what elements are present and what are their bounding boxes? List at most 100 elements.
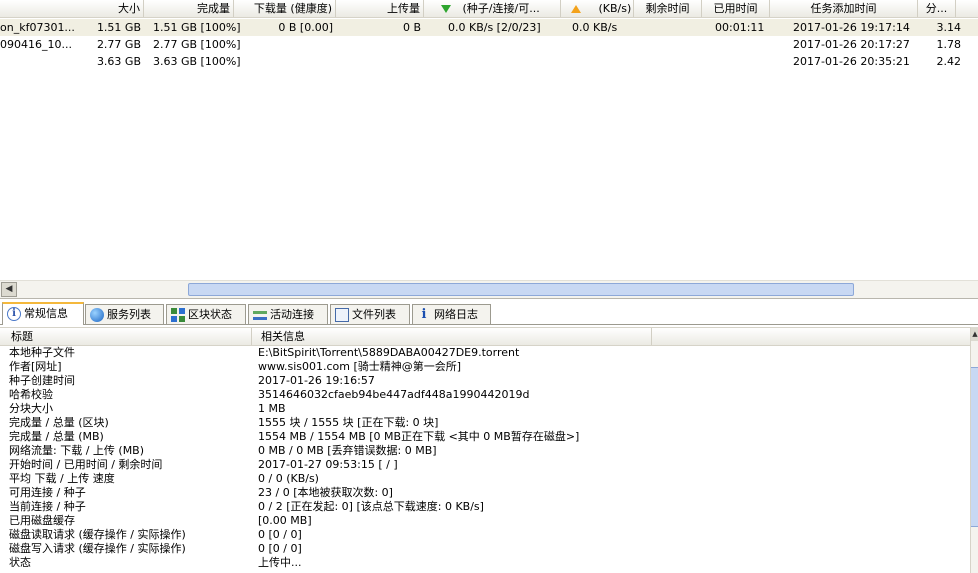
torrent-upload-speed: 0.0 KB/s xyxy=(572,21,618,34)
tab-network-log[interactable]: i 网络日志 xyxy=(412,304,491,324)
torrent-size: 3.63 GB xyxy=(96,55,141,68)
upload-arrow-icon xyxy=(571,5,581,13)
info-value: 0 MB / 0 MB [丢弃错误数据: 0 MB] xyxy=(258,444,437,457)
column-upload-speed-label: (KB/s) xyxy=(598,2,632,15)
info-key: 磁盘写入请求 (缓存操作 / 实际操作) xyxy=(9,542,186,555)
info-row[interactable]: 可用连接 / 种子 23 / 0 [本地被获取次数: 0] xyxy=(0,486,970,500)
blocks-icon xyxy=(171,308,185,322)
info-value: www.sis001.com [骑士精神@第一会所] xyxy=(258,360,462,373)
info-row[interactable]: 完成量 / 总量 (MB) 1554 MB / 1554 MB [0 MB正在下载… xyxy=(0,430,970,444)
column-elapsed[interactable]: 已用时间 xyxy=(702,0,770,17)
info-row[interactable]: 磁盘读取请求 (缓存操作 / 实际操作) 0 [0 / 0] xyxy=(0,528,970,542)
scroll-left-button[interactable]: ◀ xyxy=(1,282,17,297)
column-share[interactable]: 分... xyxy=(918,0,956,17)
info-row[interactable]: 当前连接 / 种子 0 / 2 [正在发起: 0] [该点总下载速度: 0 KB/… xyxy=(0,500,970,514)
torrent-elapsed: 00:01:11 xyxy=(715,21,765,34)
info-value: 1 MB xyxy=(258,402,286,415)
tab-label: 区块状态 xyxy=(188,308,232,321)
info-key: 网络流量: 下载 / 上传 (MB) xyxy=(9,444,145,457)
column-download-speed[interactable]: (种子/连接/可... xyxy=(424,0,561,17)
torrent-share: 3.14 xyxy=(936,21,962,34)
torrent-downloaded: 0 B [0.00] xyxy=(278,21,333,34)
info-icon: i xyxy=(7,307,21,321)
info-row[interactable]: 分块大小 1 MB xyxy=(0,402,970,416)
tab-service-list[interactable]: 服务列表 xyxy=(85,304,164,324)
torrent-row[interactable]: on_kf07301... 1.51 GB 1.51 GB [100%] 0 B… xyxy=(0,19,978,36)
torrent-added-time: 2017-01-26 19:17:14 xyxy=(793,21,910,34)
scroll-up-button[interactable]: ▲ xyxy=(971,327,978,341)
info-row[interactable]: 网络流量: 下载 / 上传 (MB) 0 MB / 0 MB [丢弃错误数据: 0… xyxy=(0,444,970,458)
info-table-header: 标题 相关信息 xyxy=(0,327,970,346)
tab-label: 活动连接 xyxy=(270,308,314,321)
column-downloaded[interactable]: 下载量 (健康度) xyxy=(234,0,336,17)
info-key: 当前连接 / 种子 xyxy=(9,500,86,513)
torrent-name: on_kf07301... xyxy=(0,21,75,34)
info-key: 分块大小 xyxy=(9,402,53,415)
scrollbar-thumb[interactable] xyxy=(188,283,854,296)
torrent-name: 090416_10... xyxy=(0,38,72,51)
column-size[interactable]: 大小 xyxy=(0,0,144,17)
download-arrow-icon xyxy=(441,5,451,13)
column-download-speed-label: (种子/连接/可... xyxy=(462,2,540,15)
info-value: 3514646032cfaeb94be447adf448a1990442019d xyxy=(258,388,530,401)
tab-general-info[interactable]: i 常规信息 xyxy=(2,302,84,325)
info-row[interactable]: 完成量 / 总量 (区块) 1555 块 / 1555 块 [正在下载: 0 块] xyxy=(0,416,970,430)
column-upload-speed[interactable]: (KB/s) xyxy=(561,0,634,17)
scrollbar-thumb[interactable] xyxy=(971,367,978,527)
column-uploaded[interactable]: 上传量 xyxy=(336,0,424,17)
torrent-completed: 3.63 GB [100%] xyxy=(153,55,240,68)
tab-label: 文件列表 xyxy=(352,308,396,321)
torrent-size: 2.77 GB xyxy=(96,38,141,51)
info-key: 可用连接 / 种子 xyxy=(9,486,86,499)
files-icon xyxy=(335,308,349,322)
column-completed[interactable]: 完成量 xyxy=(144,0,234,17)
torrent-list-header: 大小 完成量 下载量 (健康度) 上传量 (种子/连接/可... (KB/s) … xyxy=(0,0,978,18)
torrent-added-time: 2017-01-26 20:17:27 xyxy=(793,38,910,51)
tab-label: 服务列表 xyxy=(107,308,151,321)
info-key: 完成量 / 总量 (区块) xyxy=(9,416,109,429)
horizontal-scrollbar[interactable]: ◀ xyxy=(0,280,978,299)
info-row[interactable]: 种子创建时间 2017-01-26 19:16:57 xyxy=(0,374,970,388)
info-value: 0 [0 / 0] xyxy=(258,542,302,555)
info-key: 开始时间 / 已用时间 / 剩余时间 xyxy=(9,458,163,471)
info-row[interactable]: 哈希校验 3514646032cfaeb94be447adf448a1990442… xyxy=(0,388,970,402)
info-value: 23 / 0 [本地被获取次数: 0] xyxy=(258,486,393,499)
torrent-row[interactable]: 3.63 GB 3.63 GB [100%] 2017-01-26 20:35:… xyxy=(0,53,978,70)
info-key: 已用磁盘缓存 xyxy=(9,514,75,527)
torrent-remaining xyxy=(634,19,702,36)
info-row[interactable]: 作者[网址] www.sis001.com [骑士精神@第一会所] xyxy=(0,360,970,374)
info-row[interactable]: 平均 下载 / 上传 速度 0 / 0 (KB/s) xyxy=(0,472,970,486)
globe-icon xyxy=(90,308,104,322)
column-added-time[interactable]: 任务添加时间 xyxy=(770,0,918,17)
info-key: 作者[网址] xyxy=(9,360,62,373)
info-key: 状态 xyxy=(9,556,31,569)
info-row[interactable]: 已用磁盘缓存 [0.00 MB] xyxy=(0,514,970,528)
detail-tabs: i 常规信息 服务列表 区块状态 活动连接 文件列表 i 网络日志 xyxy=(0,302,978,325)
info-value: 2017-01-27 09:53:15 [ / ] xyxy=(258,458,398,471)
info-row[interactable]: 状态 上传中... xyxy=(0,556,970,570)
tab-block-status[interactable]: 区块状态 xyxy=(166,304,246,324)
column-related-info[interactable]: 相关信息 xyxy=(252,328,652,345)
torrent-uploaded: 0 B xyxy=(402,21,421,34)
info-row[interactable]: 开始时间 / 已用时间 / 剩余时间 2017-01-27 09:53:15 [ … xyxy=(0,458,970,472)
info-key: 哈希校验 xyxy=(9,388,53,401)
log-icon: i xyxy=(421,307,427,322)
tab-active-connections[interactable]: 活动连接 xyxy=(248,304,328,324)
torrent-row[interactable]: 090416_10... 2.77 GB 2.77 GB [100%] 2017… xyxy=(0,36,978,53)
torrent-size: 1.51 GB xyxy=(96,21,141,34)
torrent-added-time: 2017-01-26 20:35:21 xyxy=(793,55,910,68)
column-title[interactable]: 标题 xyxy=(0,328,252,345)
info-key: 完成量 / 总量 (MB) xyxy=(9,430,104,443)
info-key: 平均 下载 / 上传 速度 xyxy=(9,472,115,485)
info-row[interactable]: 磁盘写入请求 (缓存操作 / 实际操作) 0 [0 / 0] xyxy=(0,542,970,556)
tab-file-list[interactable]: 文件列表 xyxy=(330,304,410,324)
torrent-completed: 2.77 GB [100%] xyxy=(153,38,240,51)
tab-label: 常规信息 xyxy=(24,307,68,320)
info-value: 0 / 0 (KB/s) xyxy=(258,472,319,485)
vertical-scrollbar[interactable]: ▲ xyxy=(970,327,978,573)
torrent-share: 1.78 xyxy=(936,38,962,51)
torrent-download-speed: 0.0 KB/s [2/0/23] xyxy=(448,21,541,34)
column-remaining[interactable]: 剩余时间 xyxy=(634,0,702,17)
tab-label: 网络日志 xyxy=(434,308,478,321)
info-row[interactable]: 本地种子文件 E:\BitSpirit\Torrent\5889DABA00427… xyxy=(0,346,970,360)
